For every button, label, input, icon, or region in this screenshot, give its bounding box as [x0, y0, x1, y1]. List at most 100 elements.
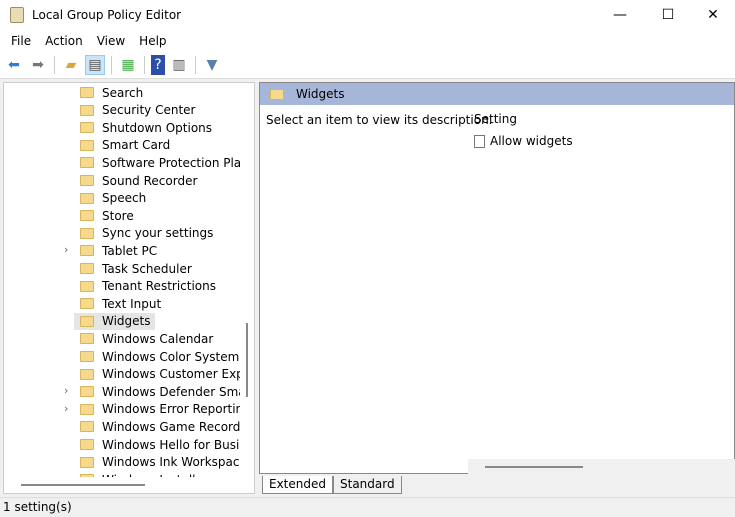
folder-icon — [80, 263, 94, 274]
tree-item-label: Shutdown Options — [102, 120, 213, 135]
policy-tree: Search Security Center Shutdown Options Sma… — [4, 83, 240, 477]
folder-icon — [80, 333, 94, 345]
minimize-button[interactable]: — — [597, 0, 643, 30]
menu-bar: File Action View Help — [0, 30, 735, 52]
tree-item[interactable]: Windows Ink Workspace — [74, 454, 240, 471]
expand-chevron-icon[interactable]: › — [64, 384, 68, 397]
tree-item[interactable]: Windows Hello for Business — [74, 436, 240, 453]
tree-item[interactable]: Windows Customer Experience Improvement … — [74, 366, 240, 383]
tree-item-label: Security Center — [102, 103, 196, 118]
tree-item-label: Task Scheduler — [102, 261, 192, 276]
tree-item[interactable]: Windows Error Reporting — [74, 401, 240, 418]
tree-item-label: Windows Defender SmartScreen — [102, 384, 240, 399]
folder-icon — [80, 439, 94, 450]
tree-item-label: Windows Calendar — [102, 331, 214, 346]
maximize-button[interactable]: ☐ — [645, 0, 691, 30]
folder-icon — [80, 456, 94, 468]
tree-item-label: Store — [102, 208, 134, 223]
menu-action[interactable]: Action — [38, 34, 90, 48]
status-bar: 1 setting(s) — [0, 497, 735, 517]
folder-icon — [80, 386, 94, 398]
expand-chevron-icon[interactable]: › — [64, 402, 68, 415]
setting-column-header[interactable]: Setting — [474, 112, 517, 126]
description-text: Select an item to view its description. — [266, 113, 493, 127]
close-button[interactable]: ✕ — [690, 0, 735, 30]
tree-item[interactable]: Store — [74, 207, 134, 224]
divider — [111, 56, 112, 74]
up-folder-icon[interactable]: ▰ — [61, 55, 81, 75]
policy-setting-icon — [474, 134, 485, 148]
folder-icon — [80, 139, 94, 151]
tree-item[interactable]: Windows Color System — [74, 348, 239, 365]
filter-icon[interactable]: ▼ — [202, 55, 222, 75]
tree-item[interactable]: Security Center — [74, 102, 195, 119]
tree-item-label: Tablet PC — [102, 243, 158, 258]
tree-item[interactable]: Task Scheduler — [74, 260, 192, 277]
divider — [195, 56, 196, 74]
tab-standard[interactable]: Standard — [333, 476, 402, 494]
folder-icon — [80, 157, 94, 169]
tree-item-label: Windows Game Recording and Broadcasting — [102, 419, 240, 434]
folder-icon — [80, 403, 94, 415]
tree-pane: Search Security Center Shutdown Options Sma… — [3, 82, 255, 494]
tree-item[interactable]: Search — [74, 84, 143, 101]
tree-item[interactable]: Windows Defender SmartScreen — [74, 383, 240, 400]
back-icon[interactable]: ⬅ — [4, 55, 24, 75]
window-title: Local Group Policy Editor — [32, 8, 182, 22]
tree-item[interactable]: Sound Recorder — [74, 172, 197, 189]
view-tabs: Extended Standard — [262, 476, 402, 494]
vertical-scrollbar[interactable] — [246, 323, 248, 397]
tree-item[interactable]: Text Input — [74, 295, 161, 312]
divider — [54, 56, 55, 74]
forward-icon[interactable]: ➡ — [28, 55, 48, 75]
horizontal-scrollbar[interactable] — [21, 484, 145, 486]
horizontal-scrollbar[interactable] — [468, 459, 735, 475]
folder-icon — [80, 351, 94, 362]
tree-item[interactable]: Windows Calendar — [74, 330, 213, 347]
setting-label: Allow widgets — [490, 134, 573, 148]
tree-item[interactable]: Tablet PC — [74, 242, 157, 259]
folder-icon — [80, 368, 94, 380]
tree-item[interactable]: Sync your settings — [74, 225, 213, 242]
tree-item[interactable]: Smart Card — [74, 137, 170, 154]
tree-item[interactable]: Speech — [74, 190, 146, 207]
tree-item-label: Windows Ink Workspace — [102, 455, 240, 470]
tree-item-label: Sync your settings — [102, 226, 214, 241]
tree-item[interactable]: Shutdown Options — [74, 119, 212, 136]
toolbar: ⬅ ➡ ▰ ▤ ▦ ? ▥ ▼ — [0, 52, 735, 79]
setting-row[interactable]: Allow widgets — [474, 134, 573, 148]
folder-icon — [80, 175, 94, 186]
tree-item-label: Windows Error Reporting — [102, 402, 240, 417]
folder-icon — [80, 298, 94, 310]
tree-item[interactable]: Software Protection Platform — [74, 154, 240, 171]
tab-extended[interactable]: Extended — [262, 476, 333, 494]
export-list-icon[interactable]: ▦ — [118, 55, 138, 75]
folder-icon — [80, 474, 94, 477]
title-bar: Local Group Policy Editor — ☐ ✕ — [0, 0, 735, 30]
tree-item-label: Windows Hello for Business — [102, 437, 240, 452]
tree-item[interactable]: Windows Installer — [74, 471, 208, 477]
app-icon — [10, 7, 24, 23]
folder-icon — [80, 421, 94, 433]
folder-icon — [80, 192, 94, 204]
show-hide-action-pane-icon[interactable]: ▥ — [169, 55, 189, 75]
tree-item-label: Sound Recorder — [102, 173, 198, 188]
tree-item-label: Software Protection Platform — [102, 155, 240, 170]
expand-chevron-icon[interactable]: › — [64, 243, 68, 256]
folder-icon — [80, 245, 94, 257]
tree-item[interactable]: Windows Game Recording and Broadcasting — [74, 418, 240, 435]
menu-view[interactable]: View — [90, 34, 132, 48]
tree-item[interactable]: Widgets — [74, 312, 155, 330]
show-hide-tree-icon[interactable]: ▤ — [85, 55, 105, 75]
scroll-thumb[interactable] — [485, 466, 583, 468]
details-pane: Widgets Select an item to view its descr… — [259, 82, 735, 475]
menu-help[interactable]: Help — [132, 34, 173, 48]
tree-item[interactable]: Tenant Restrictions — [74, 278, 216, 295]
menu-file[interactable]: File — [4, 34, 38, 48]
tree-item-label: Search — [102, 85, 144, 100]
details-header-title: Widgets — [296, 87, 345, 101]
help-icon[interactable]: ? — [151, 55, 165, 75]
folder-icon — [270, 88, 284, 100]
details-header: Widgets — [260, 83, 734, 105]
tree-item-label: Speech — [102, 191, 147, 206]
